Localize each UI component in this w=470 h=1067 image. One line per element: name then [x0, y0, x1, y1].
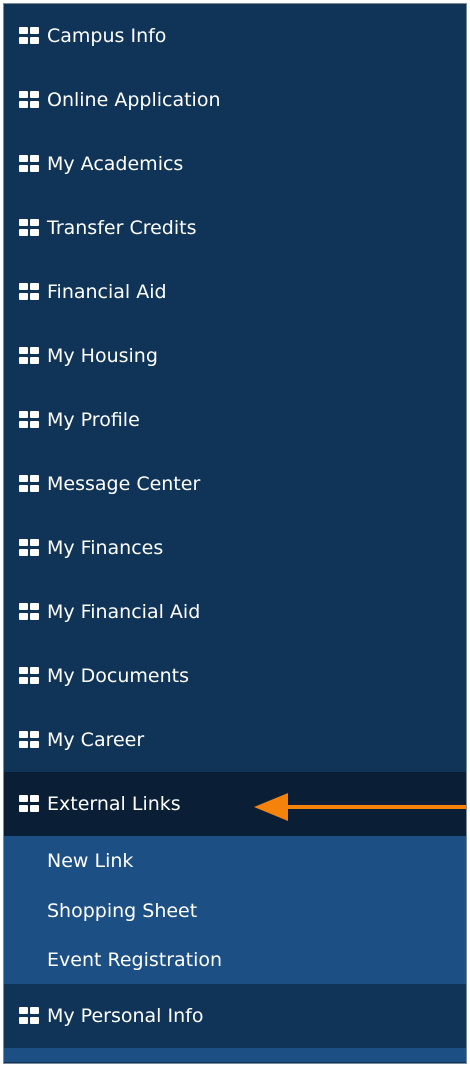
grid-icon: [19, 347, 39, 364]
menu-item-label: Transfer Credits: [47, 217, 197, 239]
grid-icon: [19, 603, 39, 620]
menu-item-label: Message Center: [47, 473, 201, 495]
external-links-submenu: New Link Shopping Sheet Event Registrati…: [4, 836, 466, 984]
grid-icon: [19, 27, 39, 44]
menu-item-my-finances[interactable]: My Finances: [4, 516, 466, 580]
grid-icon: [19, 539, 39, 556]
menu-item-label: Campus Info: [47, 25, 167, 47]
menu-item-label: My Career: [47, 729, 145, 751]
menu-item-label: Online Application: [47, 89, 221, 111]
arrow-left-icon: [254, 793, 466, 821]
menu-item-financial-aid[interactable]: Financial Aid: [4, 260, 466, 324]
submenu-item-shopping-sheet[interactable]: Shopping Sheet: [4, 886, 466, 935]
grid-icon: [19, 475, 39, 492]
menu-item-campus-info[interactable]: Campus Info: [4, 4, 466, 68]
menu-item-label: My Housing: [47, 345, 158, 367]
menu-item-my-housing[interactable]: My Housing: [4, 324, 466, 388]
menu-item-online-application[interactable]: Online Application: [4, 68, 466, 132]
menu-item-message-center[interactable]: Message Center: [4, 452, 466, 516]
menu-item-label: My Financial Aid: [47, 601, 201, 623]
menu-item-label: My Personal Info: [47, 1005, 204, 1027]
grid-icon: [19, 91, 39, 108]
grid-icon: [19, 155, 39, 172]
menu-item-my-personal-info[interactable]: My Personal Info: [4, 984, 466, 1048]
menu-item-my-career[interactable]: My Career: [4, 708, 466, 772]
nav-menu: Campus Info Online Application My Academ…: [4, 4, 466, 1062]
menu-item-label: Financial Aid: [47, 281, 167, 303]
menu-item-label: My Profile: [47, 409, 140, 431]
grid-icon: [19, 283, 39, 300]
submenu-item-event-registration[interactable]: Event Registration: [4, 935, 466, 984]
menu-item-label: My Documents: [47, 665, 190, 687]
menu-item-my-academics[interactable]: My Academics: [4, 132, 466, 196]
grid-icon: [19, 795, 39, 812]
grid-icon: [19, 411, 39, 428]
menu-item-transfer-credits[interactable]: Transfer Credits: [4, 196, 466, 260]
menu-item-my-profile[interactable]: My Profile: [4, 388, 466, 452]
grid-icon: [19, 731, 39, 748]
menu-item-my-documents[interactable]: My Documents: [4, 644, 466, 708]
menu-item-label: External Links: [47, 793, 181, 815]
submenu-strip: [4, 1048, 466, 1062]
menu-item-label: My Academics: [47, 153, 184, 175]
sidebar-menu: Campus Info Online Application My Academ…: [3, 3, 467, 1064]
menu-item-label: My Finances: [47, 537, 164, 559]
submenu-item-new-link[interactable]: New Link: [4, 836, 466, 886]
grid-icon: [19, 667, 39, 684]
grid-icon: [19, 1007, 39, 1024]
grid-icon: [19, 219, 39, 236]
menu-item-my-financial-aid[interactable]: My Financial Aid: [4, 580, 466, 644]
